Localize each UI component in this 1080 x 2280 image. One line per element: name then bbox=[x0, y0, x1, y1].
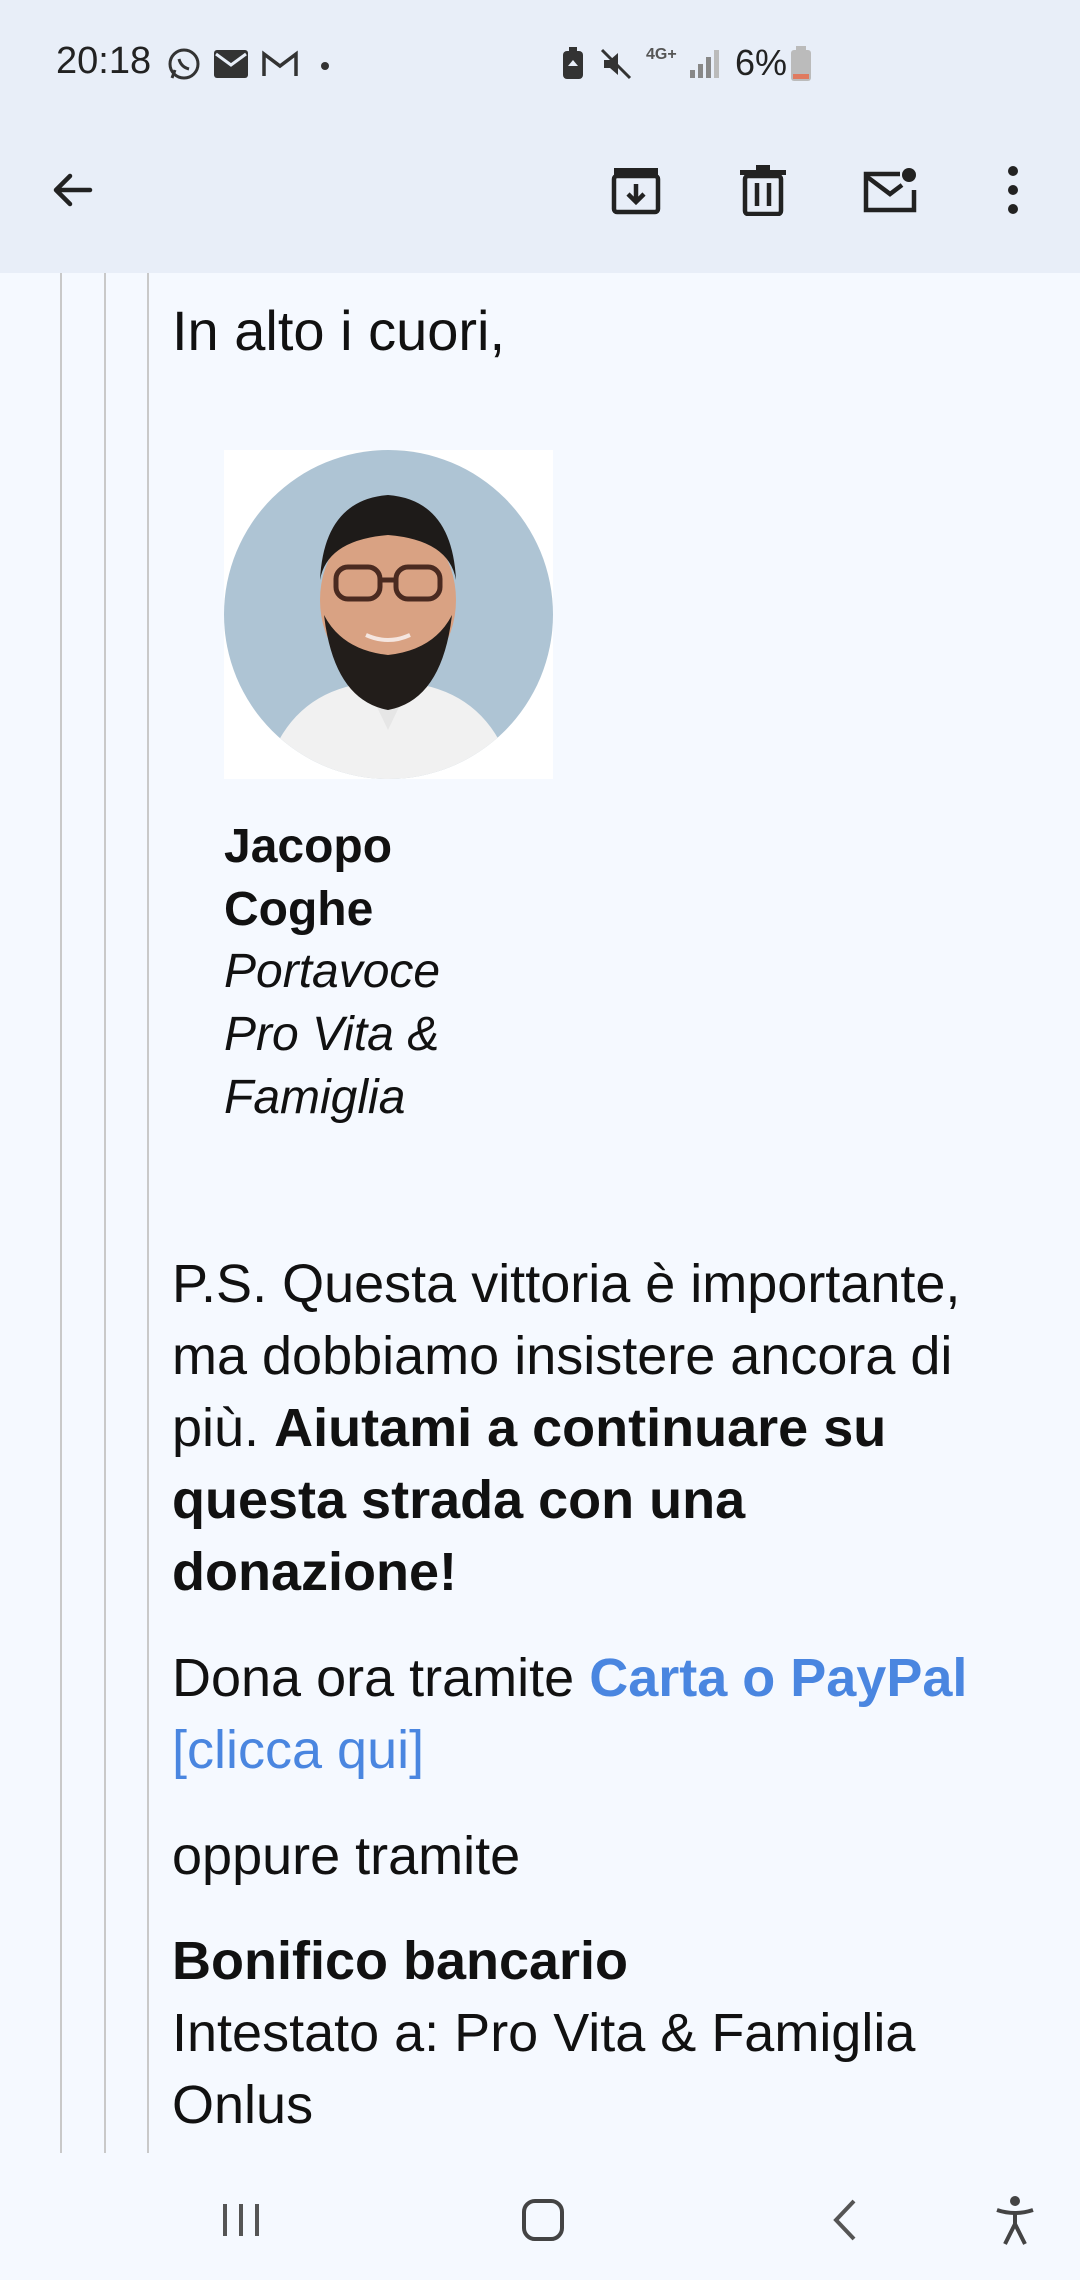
recent-apps-button[interactable] bbox=[211, 2190, 271, 2250]
mute-icon bbox=[598, 46, 634, 87]
dot-icon bbox=[320, 58, 330, 76]
chevron-left-icon bbox=[833, 2199, 856, 2241]
accessibility-button[interactable] bbox=[985, 2190, 1045, 2250]
email-greeting: In alto i cuori, bbox=[172, 299, 506, 362]
network-icon: 4G+ bbox=[646, 46, 677, 63]
mark-unread-button[interactable] bbox=[850, 150, 930, 230]
oppure-text: oppure tramite bbox=[172, 1826, 521, 1886]
more-vert-icon bbox=[1008, 166, 1018, 214]
click-here-link[interactable]: [clicca qui] bbox=[172, 1720, 424, 1780]
email-icon bbox=[212, 46, 250, 87]
card-paypal-link[interactable]: Carta o PayPal bbox=[589, 1648, 967, 1708]
recents-icon bbox=[223, 2204, 259, 2236]
home-button[interactable] bbox=[513, 2190, 573, 2250]
arrow-left-icon bbox=[53, 173, 93, 207]
status-time: 20:18 bbox=[56, 40, 152, 82]
battery-percentage: 6% bbox=[735, 42, 788, 83]
quote-line-1 bbox=[60, 273, 62, 2153]
delete-button[interactable] bbox=[723, 150, 803, 230]
back-button[interactable] bbox=[32, 150, 112, 230]
battery-saver-icon bbox=[560, 46, 586, 87]
whatsapp-icon bbox=[166, 46, 202, 87]
archive-icon bbox=[611, 168, 661, 215]
accessibility-icon bbox=[996, 2196, 1034, 2245]
donate-paragraph: Dona ora tramite Carta o PayPal [clicca … bbox=[172, 1642, 1032, 1786]
home-icon bbox=[522, 2199, 564, 2241]
ps-bold-text: Aiutami a continuare su questa strada co… bbox=[172, 1398, 887, 1602]
mail-unread-icon bbox=[863, 168, 917, 213]
gmail-icon bbox=[260, 46, 300, 87]
avatar bbox=[224, 450, 553, 779]
donate-prefix: Dona ora tramite bbox=[172, 1648, 575, 1708]
archive-button[interactable] bbox=[596, 150, 676, 230]
quote-line-2 bbox=[104, 273, 106, 2153]
ps-paragraph: P.S. Questa vittoria è importante, ma do… bbox=[172, 1248, 1032, 1608]
bank-holder: Intestato a: Pro Vita & Famiglia Onlus bbox=[172, 2003, 916, 2135]
more-options-button[interactable] bbox=[973, 150, 1053, 230]
nav-back-button[interactable] bbox=[815, 2190, 875, 2250]
battery-icon bbox=[790, 46, 812, 87]
trash-icon bbox=[740, 165, 786, 216]
quote-line-3 bbox=[147, 273, 149, 2153]
signature-name: Jacopo Coghe bbox=[224, 820, 393, 936]
status-bar: 20:18 4G+ 6% bbox=[0, 0, 1080, 130]
signature-photo bbox=[224, 450, 553, 779]
signature-role: Portavoce Pro Vita & Famiglia bbox=[224, 945, 441, 1124]
bank-title: Bonifico bancario bbox=[172, 1931, 629, 1991]
signal-icon bbox=[688, 46, 722, 85]
